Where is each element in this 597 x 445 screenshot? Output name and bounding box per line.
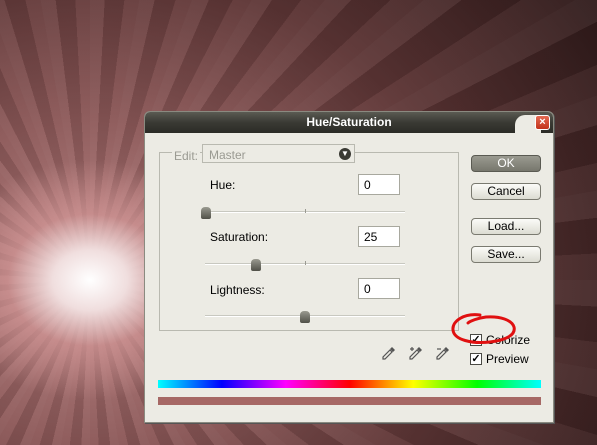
hue-input[interactable]: 0 <box>358 174 400 195</box>
adjustment-group <box>159 152 459 331</box>
lightness-input[interactable]: 0 <box>358 278 400 299</box>
preview-label: Preview <box>486 352 529 366</box>
saturation-slider-center-tick <box>305 261 306 265</box>
hue-label: Hue: <box>210 178 236 192</box>
hue-slider-center-tick <box>305 209 306 213</box>
edit-label: Edit: <box>172 149 201 163</box>
annotation-circle <box>451 313 516 344</box>
adjusted-color-bar <box>158 397 541 405</box>
title-bar[interactable]: Hue/Saturation × <box>145 112 553 133</box>
save-button[interactable]: Save... <box>471 246 541 263</box>
edit-channel-select[interactable]: Master ▼ <box>202 144 355 163</box>
saturation-slider-thumb[interactable] <box>251 259 261 271</box>
saturation-label: Saturation: <box>210 230 269 244</box>
dialog-title: Hue/Saturation <box>306 115 392 129</box>
ok-button[interactable]: OK <box>471 155 541 172</box>
lightness-label: Lightness: <box>210 283 265 297</box>
cancel-button[interactable]: Cancel <box>471 183 541 200</box>
chevron-down-icon[interactable]: ▼ <box>339 148 351 160</box>
eyedropper-icon[interactable] <box>381 345 397 361</box>
edit-channel-value: Master <box>209 148 246 162</box>
close-button[interactable]: × <box>535 115 550 130</box>
load-button[interactable]: Load... <box>471 218 541 235</box>
hue-slider-thumb[interactable] <box>201 207 211 219</box>
preview-checkbox[interactable]: ✓ <box>470 353 482 365</box>
lightness-slider-thumb[interactable] <box>300 311 310 323</box>
saturation-input[interactable]: 25 <box>358 226 400 247</box>
eyedropper-minus-icon[interactable] <box>435 345 451 361</box>
eyedropper-plus-icon[interactable] <box>408 345 424 361</box>
hue-spectrum-bar <box>158 380 541 388</box>
